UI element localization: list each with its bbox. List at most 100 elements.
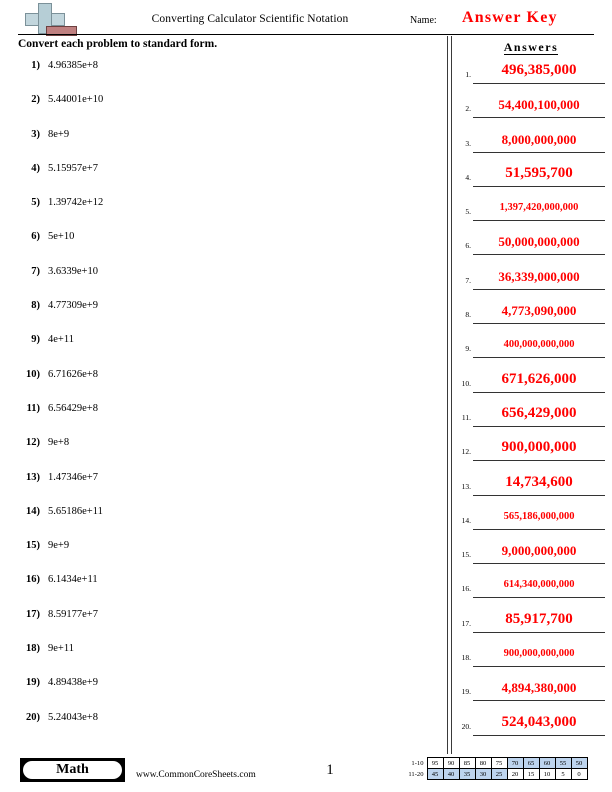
grading-scale-cell[interactable]: 45 bbox=[426, 768, 444, 780]
answer-value: 496,385,000 bbox=[501, 62, 577, 78]
problem-row: 15) 9e+9 bbox=[14, 538, 434, 572]
grading-scale-cell[interactable]: 30 bbox=[474, 768, 492, 780]
answer-value: 614,340,000,000 bbox=[503, 579, 575, 591]
grading-scale-row-label: 1-10 bbox=[411, 759, 424, 767]
answer-row: 1. 496,385,000 bbox=[452, 58, 610, 92]
grading-scale-cell[interactable]: 70 bbox=[506, 757, 524, 769]
problem-value: 3.6339e+10 bbox=[48, 265, 98, 277]
answer-row: 15. 9,000,000,000 bbox=[452, 538, 610, 572]
problem-number: 20) bbox=[26, 711, 40, 723]
grading-scale-cell[interactable]: 55 bbox=[554, 757, 572, 769]
instruction-text: Convert each problem to standard form. bbox=[18, 38, 218, 50]
problem-value: 5.65186e+11 bbox=[48, 505, 103, 517]
problem-number: 5) bbox=[31, 197, 40, 209]
answer-number: 3. bbox=[465, 138, 471, 148]
answer-value: 9,000,000,000 bbox=[501, 543, 577, 559]
grading-scale-row-label: 11-20 bbox=[408, 770, 424, 778]
answer-number: 6. bbox=[465, 241, 471, 251]
answer-row: 14. 565,186,000,000 bbox=[452, 504, 610, 538]
grading-scale-cell[interactable]: 80 bbox=[474, 757, 492, 769]
grading-scale-cell[interactable]: 5 bbox=[554, 768, 572, 780]
grading-scale-cell[interactable]: 50 bbox=[570, 757, 588, 769]
problem-row: 4) 5.15957e+7 bbox=[14, 161, 434, 195]
grading-scale-cell[interactable]: 20 bbox=[506, 768, 524, 780]
problem-row: 9) 4e+11 bbox=[14, 332, 434, 366]
problem-number: 1) bbox=[31, 60, 40, 71]
answer-row: 11. 656,429,000 bbox=[452, 401, 610, 435]
problem-number: 9) bbox=[31, 334, 40, 346]
problem-row: 8) 4.77309e+9 bbox=[14, 298, 434, 332]
problem-value: 5.15957e+7 bbox=[48, 162, 98, 174]
plus-block-logo-icon bbox=[20, 3, 78, 36]
site-url: www.CommonCoreSheets.com bbox=[136, 770, 256, 780]
problem-number: 4) bbox=[31, 162, 40, 174]
grading-scale-cell[interactable]: 15 bbox=[522, 768, 540, 780]
grading-scale-cell[interactable]: 60 bbox=[538, 757, 556, 769]
answer-row: 20. 524,043,000 bbox=[452, 710, 610, 744]
problem-number: 18) bbox=[26, 643, 40, 655]
answer-row: 19. 4,894,380,000 bbox=[452, 675, 610, 709]
answer-value: 85,917,700 bbox=[505, 610, 573, 627]
problem-value: 6.56429e+8 bbox=[48, 402, 98, 414]
answer-row: 18. 900,000,000,000 bbox=[452, 641, 610, 675]
answer-number: 5. bbox=[465, 207, 471, 217]
problem-number: 6) bbox=[31, 231, 40, 243]
problem-row: 11) 6.56429e+8 bbox=[14, 401, 434, 435]
answer-value: 656,429,000 bbox=[501, 404, 577, 421]
grading-scale-cell[interactable]: 35 bbox=[458, 768, 476, 780]
problem-row: 1) 4.96385e+8 bbox=[14, 58, 434, 92]
problem-row: 7) 3.6339e+10 bbox=[14, 264, 434, 298]
grading-scale-cell[interactable]: 25 bbox=[490, 768, 508, 780]
answer-number: 14. bbox=[461, 515, 471, 525]
problem-row: 18) 9e+11 bbox=[14, 641, 434, 675]
answer-row: 7. 36,339,000,000 bbox=[452, 264, 610, 298]
problem-row: 3) 8e+9 bbox=[14, 127, 434, 161]
grading-scale-cell[interactable]: 95 bbox=[426, 757, 444, 769]
problem-value: 5e+10 bbox=[48, 231, 75, 243]
problem-row: 12) 9e+8 bbox=[14, 435, 434, 469]
problem-value: 8e+9 bbox=[48, 128, 70, 140]
subject-badge: Math bbox=[20, 758, 125, 782]
problem-value: 6.1434e+11 bbox=[48, 574, 98, 586]
problem-value: 9e+8 bbox=[48, 437, 70, 449]
answer-row: 17. 85,917,700 bbox=[452, 607, 610, 641]
grading-scale-cell[interactable]: 75 bbox=[490, 757, 508, 769]
problem-number: 14) bbox=[26, 505, 40, 517]
problem-number: 19) bbox=[26, 677, 40, 689]
page-header: Converting Calculator Scientific Notatio… bbox=[0, 0, 612, 36]
answer-number: 2. bbox=[465, 104, 471, 114]
answer-value: 51,595,700 bbox=[505, 164, 573, 181]
header-divider-rule bbox=[18, 34, 594, 35]
subject-badge-label: Math bbox=[23, 761, 122, 779]
answer-value: 900,000,000 bbox=[501, 439, 577, 456]
problem-number: 3) bbox=[31, 128, 40, 140]
answer-number: 1. bbox=[465, 70, 471, 79]
grading-scale-cell[interactable]: 10 bbox=[538, 768, 556, 780]
grading-scale-cell[interactable]: 85 bbox=[458, 757, 476, 769]
grading-scale-body: 1-10 95 90 85 80 75 70 65 60 55 50 11-20 45 40 35 30 25 2… bbox=[405, 757, 588, 780]
grading-scale-cell[interactable]: 0 bbox=[570, 768, 588, 780]
answer-number: 10. bbox=[461, 378, 471, 388]
grading-scale-row: 11-20 45 40 35 30 25 20 15 10 5 0 bbox=[405, 768, 588, 780]
answer-row: 12. 900,000,000 bbox=[452, 435, 610, 469]
answers-column-heading-label: Answers bbox=[503, 40, 559, 55]
answer-value: 900,000,000,000 bbox=[503, 648, 575, 660]
answer-row: 6. 50,000,000,000 bbox=[452, 229, 610, 263]
problem-value: 1.39742e+12 bbox=[48, 197, 104, 209]
answer-value: 36,339,000,000 bbox=[498, 268, 580, 284]
problem-row: 2) 5.44001e+10 bbox=[14, 92, 434, 126]
grading-scale-cell[interactable]: 65 bbox=[522, 757, 540, 769]
answer-number: 19. bbox=[461, 687, 471, 697]
grading-scale-cell[interactable]: 90 bbox=[442, 757, 460, 769]
answer-number: 11. bbox=[461, 412, 471, 422]
problem-number: 17) bbox=[26, 608, 40, 620]
problem-value: 9e+9 bbox=[48, 540, 70, 552]
answer-key-stamp: Answer Key bbox=[462, 9, 558, 26]
answer-value: 14,734,600 bbox=[505, 473, 573, 490]
problem-number: 8) bbox=[31, 300, 40, 312]
answer-row: 10. 671,626,000 bbox=[452, 367, 610, 401]
page-number: 1 bbox=[326, 762, 334, 778]
answer-row: 8. 4,773,090,000 bbox=[452, 298, 610, 332]
problem-value: 4e+11 bbox=[48, 334, 74, 346]
grading-scale-cell[interactable]: 40 bbox=[442, 768, 460, 780]
